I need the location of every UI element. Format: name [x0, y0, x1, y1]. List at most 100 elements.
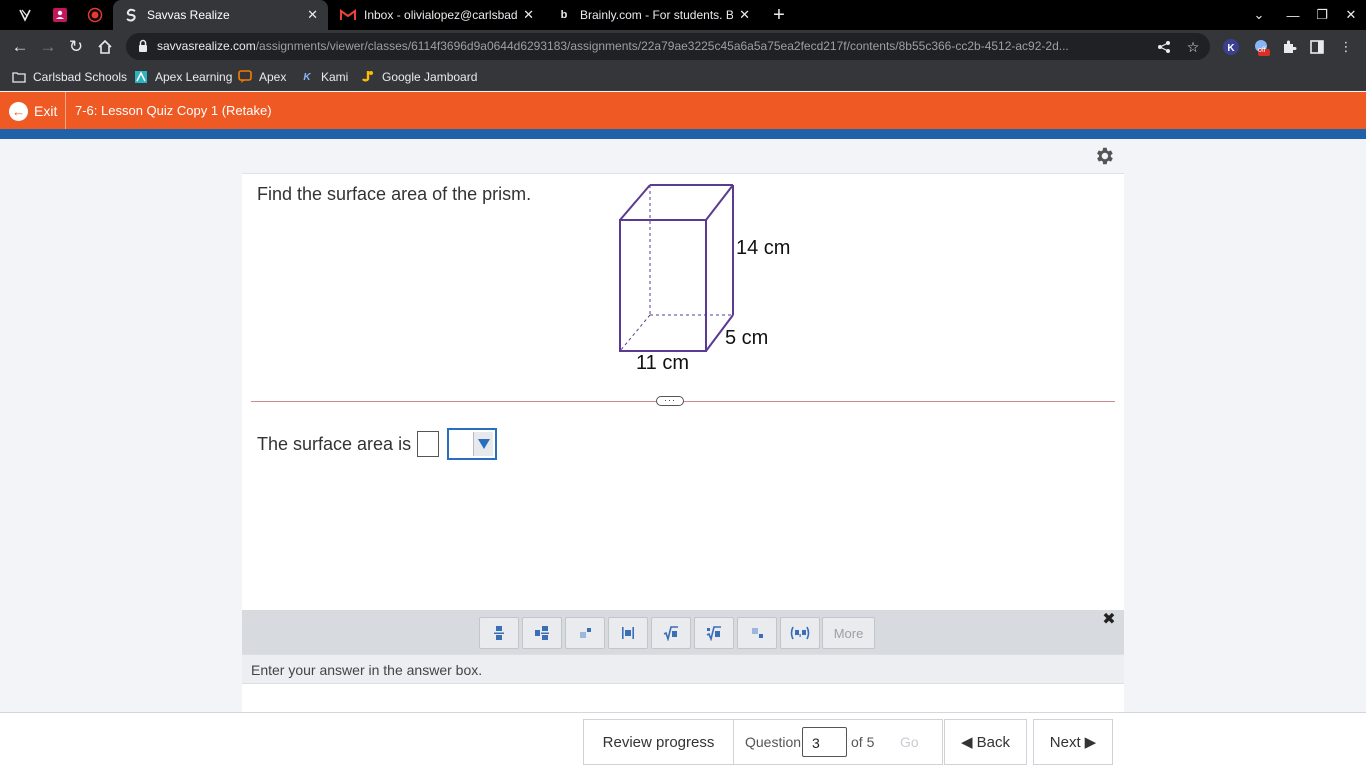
- share-icon[interactable]: [1154, 37, 1174, 57]
- back-button[interactable]: ◀ Back: [944, 719, 1027, 765]
- question-number-input[interactable]: 3: [802, 727, 847, 757]
- browser-tab-strip: Savvas Realize ✕ Inbox - olivialopez@car…: [0, 0, 1366, 30]
- close-tab-icon[interactable]: ✕: [307, 7, 318, 23]
- bookmark-carlsbad-schools[interactable]: Carlsbad Schools: [12, 68, 127, 86]
- quiz-title: 7-6: Lesson Quiz Copy 1 (Retake): [75, 103, 272, 118]
- bookmark-apex[interactable]: Apex: [238, 68, 286, 86]
- prism-figure: 14 cm 5 cm 11 cm: [607, 179, 807, 374]
- header-accent-band: [0, 129, 1366, 139]
- bookmark-google-jamboard[interactable]: Google Jamboard: [361, 68, 477, 86]
- question-total: of 5: [851, 734, 875, 750]
- tab-search-icon[interactable]: ⌄: [1244, 0, 1274, 30]
- bookmark-kami[interactable]: K Kami: [300, 68, 348, 86]
- browser-toolbar: ← → ↻ savvasrealize.com/assignments/view…: [0, 30, 1366, 63]
- next-button[interactable]: Next ▶: [1033, 719, 1113, 765]
- close-palette-icon[interactable]: ✖: [1102, 612, 1116, 628]
- nth-root-icon: [706, 626, 721, 641]
- forward-arrow-icon[interactable]: →: [35, 34, 61, 60]
- hint-text: Enter your answer in the answer box.: [251, 662, 483, 678]
- svg-text:K: K: [1227, 43, 1235, 54]
- go-button[interactable]: Go: [900, 734, 919, 750]
- answer-input[interactable]: [417, 431, 440, 457]
- home-icon[interactable]: [92, 34, 118, 60]
- more-button[interactable]: More: [822, 617, 875, 649]
- exit-button[interactable]: ← Exit: [9, 101, 57, 121]
- answer-row: The surface area is: [257, 428, 498, 460]
- pinned-tab-3[interactable]: [82, 4, 108, 26]
- back-label: Back: [976, 733, 1010, 751]
- kami-icon: K: [303, 71, 311, 83]
- gear-icon[interactable]: [1093, 145, 1115, 167]
- back-arrow-icon[interactable]: ←: [7, 34, 33, 60]
- quiz-footer: Review progress Question 3 of 5 Go ◀ Bac…: [0, 712, 1366, 768]
- reload-icon[interactable]: ↻: [63, 34, 89, 60]
- close-tab-icon[interactable]: ✕: [523, 7, 534, 23]
- subscript-button[interactable]: [737, 617, 777, 649]
- extensions-puzzle-icon[interactable]: [1280, 38, 1298, 56]
- header-divider: [65, 92, 66, 129]
- apex-chat-icon: [238, 70, 252, 84]
- bookmark-star-icon[interactable]: ☆: [1183, 37, 1203, 57]
- tab-brainly[interactable]: b Brainly.com - For students. By st ✕: [546, 0, 760, 30]
- side-panel-icon[interactable]: [1308, 38, 1326, 56]
- exponent-icon: [580, 628, 591, 638]
- arrow-left-circle-icon: ←: [9, 101, 28, 121]
- tab-title: Brainly.com - For students. By st: [580, 8, 734, 22]
- brainly-icon: b: [560, 9, 568, 21]
- review-progress-button[interactable]: Review progress: [583, 719, 734, 765]
- mixed-number-button[interactable]: [522, 617, 562, 649]
- pinned-tab-2[interactable]: [47, 4, 73, 26]
- nth-root-button[interactable]: [694, 617, 734, 649]
- fraction-button[interactable]: [479, 617, 519, 649]
- ordered-pair-icon: [790, 626, 810, 640]
- browser-menu-icon[interactable]: ⋮: [1337, 38, 1355, 56]
- absolute-value-button[interactable]: [608, 617, 648, 649]
- tab-title: Inbox - olivialopez@carlsbadsch: [364, 8, 518, 22]
- dropdown-arrow-icon: [473, 432, 494, 456]
- pinned-tab-1[interactable]: [12, 4, 38, 26]
- math-palette: More ✖: [242, 610, 1124, 654]
- tab-savvas-realize[interactable]: Savvas Realize ✕: [113, 0, 328, 30]
- height-label: 14 cm: [736, 237, 791, 259]
- apex-learning-icon: [134, 70, 148, 84]
- pinned-app-icon: [19, 9, 31, 22]
- next-label: Next: [1049, 733, 1081, 751]
- fraction-icon: [494, 626, 504, 640]
- tab-title: Savvas Realize: [147, 8, 230, 22]
- lock-icon: [139, 39, 147, 52]
- bookmarks-bar: Carlsbad Schools Apex Learning Apex K Ka…: [0, 63, 1366, 91]
- new-tab-icon[interactable]: +: [768, 4, 790, 26]
- close-window-icon[interactable]: ✕: [1336, 0, 1366, 30]
- url-text: savvasrealize.com/assignments/viewer/cla…: [157, 39, 1069, 53]
- exponent-button[interactable]: [565, 617, 605, 649]
- subscript-icon: [752, 628, 763, 638]
- jamboard-icon: [361, 70, 375, 84]
- privacy-extension-icon[interactable]: off: [1252, 38, 1270, 56]
- question-prompt: Find the surface area of the prism.: [257, 184, 532, 204]
- question-panel: Find the surface area of the prism. 14 c…: [242, 139, 1124, 712]
- ordered-pair-button[interactable]: [780, 617, 820, 649]
- address-bar[interactable]: savvasrealize.com/assignments/viewer/cla…: [126, 33, 1210, 60]
- minimize-icon[interactable]: —: [1278, 0, 1308, 30]
- exit-label: Exit: [34, 103, 58, 119]
- restore-icon[interactable]: ❐: [1307, 0, 1337, 30]
- savvas-icon: [123, 7, 139, 23]
- gmail-icon: [340, 7, 356, 23]
- absolute-value-icon: [622, 627, 634, 639]
- question-label: Question: [745, 734, 802, 750]
- chevron-left-icon: ◀: [961, 734, 973, 751]
- close-tab-icon[interactable]: ✕: [739, 7, 750, 23]
- bookmark-apex-learning[interactable]: Apex Learning: [134, 68, 232, 86]
- question-navigator: Question 3 of 5 Go: [734, 719, 943, 765]
- kami-extension-icon[interactable]: K: [1222, 38, 1240, 56]
- resize-handle[interactable]: ···: [656, 396, 684, 406]
- extension-badge: off: [1258, 47, 1266, 54]
- contacts-icon: [53, 8, 67, 22]
- tab-gmail-inbox[interactable]: Inbox - olivialopez@carlsbadsch ✕: [330, 0, 544, 30]
- square-root-button[interactable]: [651, 617, 691, 649]
- square-root-icon: [663, 626, 678, 641]
- chevron-right-icon: ▶: [1084, 734, 1097, 751]
- unit-dropdown[interactable]: [447, 428, 498, 460]
- width-label: 11 cm: [636, 352, 689, 374]
- answer-hint: Enter your answer in the answer box.: [242, 654, 1124, 684]
